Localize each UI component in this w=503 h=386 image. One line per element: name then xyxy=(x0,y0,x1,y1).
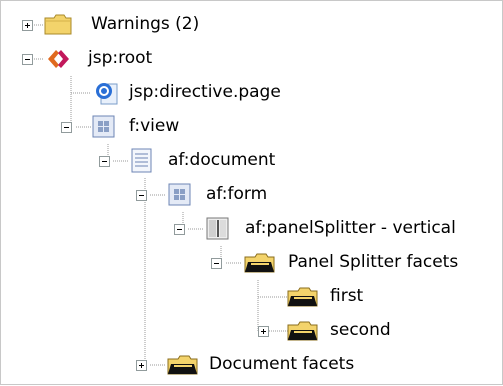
tree-node-label[interactable]: second xyxy=(330,320,391,340)
expand-toggle[interactable] xyxy=(22,20,33,31)
tree-node-label[interactable]: f:view xyxy=(129,116,179,136)
directive-icon xyxy=(96,83,118,105)
jsp-root-icon xyxy=(48,50,69,68)
collapse-toggle[interactable] xyxy=(61,122,72,133)
collapse-toggle[interactable] xyxy=(136,190,147,201)
collapse-toggle[interactable] xyxy=(99,156,110,167)
form-component-icon xyxy=(168,183,191,206)
tree-node-label[interactable]: af:document xyxy=(168,150,275,170)
tree-node-label[interactable]: jsp:root xyxy=(88,48,152,68)
tree-node-label[interactable]: first xyxy=(330,286,363,306)
view-component-icon xyxy=(92,115,115,138)
structure-tree-panel: Warnings (2) jsp:root jsp:directive.page… xyxy=(0,0,503,385)
tree-node-label[interactable]: af:form xyxy=(206,184,267,204)
facet-folder-icon xyxy=(244,253,275,273)
facet-folder-icon xyxy=(287,321,318,341)
expand-toggle[interactable] xyxy=(136,360,147,371)
tree-node-label[interactable]: af:panelSplitter - vertical xyxy=(245,218,456,238)
collapse-toggle[interactable] xyxy=(174,224,185,235)
expand-toggle[interactable] xyxy=(258,326,269,337)
collapse-toggle[interactable] xyxy=(211,258,222,269)
tree-node-label[interactable]: Panel Splitter facets xyxy=(288,252,458,272)
tree-node-label[interactable]: Warnings (2) xyxy=(91,14,199,34)
facet-folder-icon xyxy=(287,287,318,307)
tree-node-label[interactable]: Document facets xyxy=(209,354,354,374)
folder-icon xyxy=(44,14,72,35)
document-icon xyxy=(131,148,152,173)
collapse-toggle[interactable] xyxy=(22,54,33,65)
panel-splitter-icon xyxy=(206,217,229,240)
facet-folder-icon xyxy=(167,355,198,375)
tree-node-label[interactable]: jsp:directive.page xyxy=(129,82,281,102)
